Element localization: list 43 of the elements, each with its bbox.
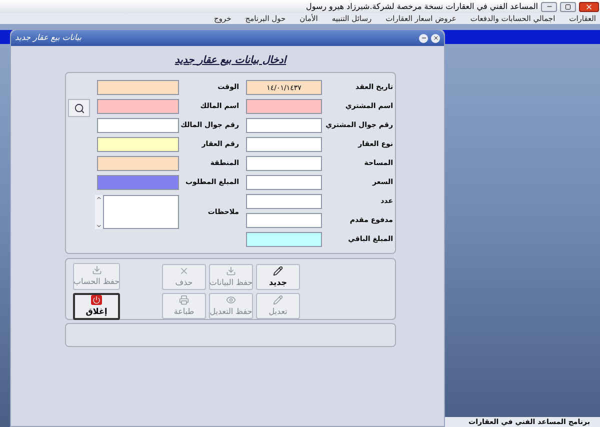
save-icon [92, 265, 102, 275]
close-button[interactable] [579, 2, 599, 12]
printer-icon [179, 294, 189, 304]
input-field[interactable] [246, 194, 322, 209]
input-field[interactable] [97, 156, 179, 171]
scroll-down-icon[interactable] [96, 223, 102, 229]
toolbar-button[interactable]: إغلاق [73, 293, 120, 320]
pencil-icon [273, 266, 283, 276]
input-field[interactable] [97, 137, 179, 152]
pencil-icon [273, 294, 283, 304]
power-icon [91, 295, 102, 305]
minimize-button[interactable] [419, 34, 428, 42]
eye-icon [226, 294, 236, 304]
input-field[interactable] [97, 99, 179, 114]
input-field[interactable] [97, 80, 179, 95]
input-field[interactable] [97, 118, 179, 133]
delete-icon [179, 266, 189, 276]
minimize-icon [420, 35, 426, 41]
input-field[interactable] [246, 232, 322, 247]
input-field[interactable] [97, 175, 179, 190]
window-title: المساعد الفني في العقارات نسخة مرخصة لشركة.شيرزاد هيرو رسول [306, 2, 538, 10]
maximize-icon [565, 4, 571, 10]
notes-field[interactable] [102, 195, 179, 229]
maximize-button[interactable] [560, 2, 576, 12]
scroll-up-icon[interactable] [96, 195, 102, 201]
save-icon [226, 266, 236, 276]
input-field[interactable] [246, 118, 322, 133]
dialog-title: بيانات بيع عقار جديد [15, 32, 82, 44]
input-field[interactable] [246, 156, 322, 171]
close-icon [585, 2, 593, 10]
input-field[interactable] [246, 99, 322, 114]
minimize-icon [546, 3, 552, 10]
toolbar-button[interactable]: جديد [256, 264, 300, 290]
input-field[interactable] [246, 175, 322, 190]
scrollbar[interactable] [95, 195, 103, 229]
close-icon [432, 35, 438, 41]
close-button[interactable] [431, 34, 440, 42]
input-field[interactable] [246, 137, 322, 152]
input-field[interactable] [246, 213, 322, 228]
search-button[interactable] [68, 99, 90, 117]
minimize-button[interactable] [541, 2, 557, 12]
form-heading: ادخال بيانات بيع عقار جديد [174, 54, 286, 68]
search-icon [74, 102, 84, 114]
